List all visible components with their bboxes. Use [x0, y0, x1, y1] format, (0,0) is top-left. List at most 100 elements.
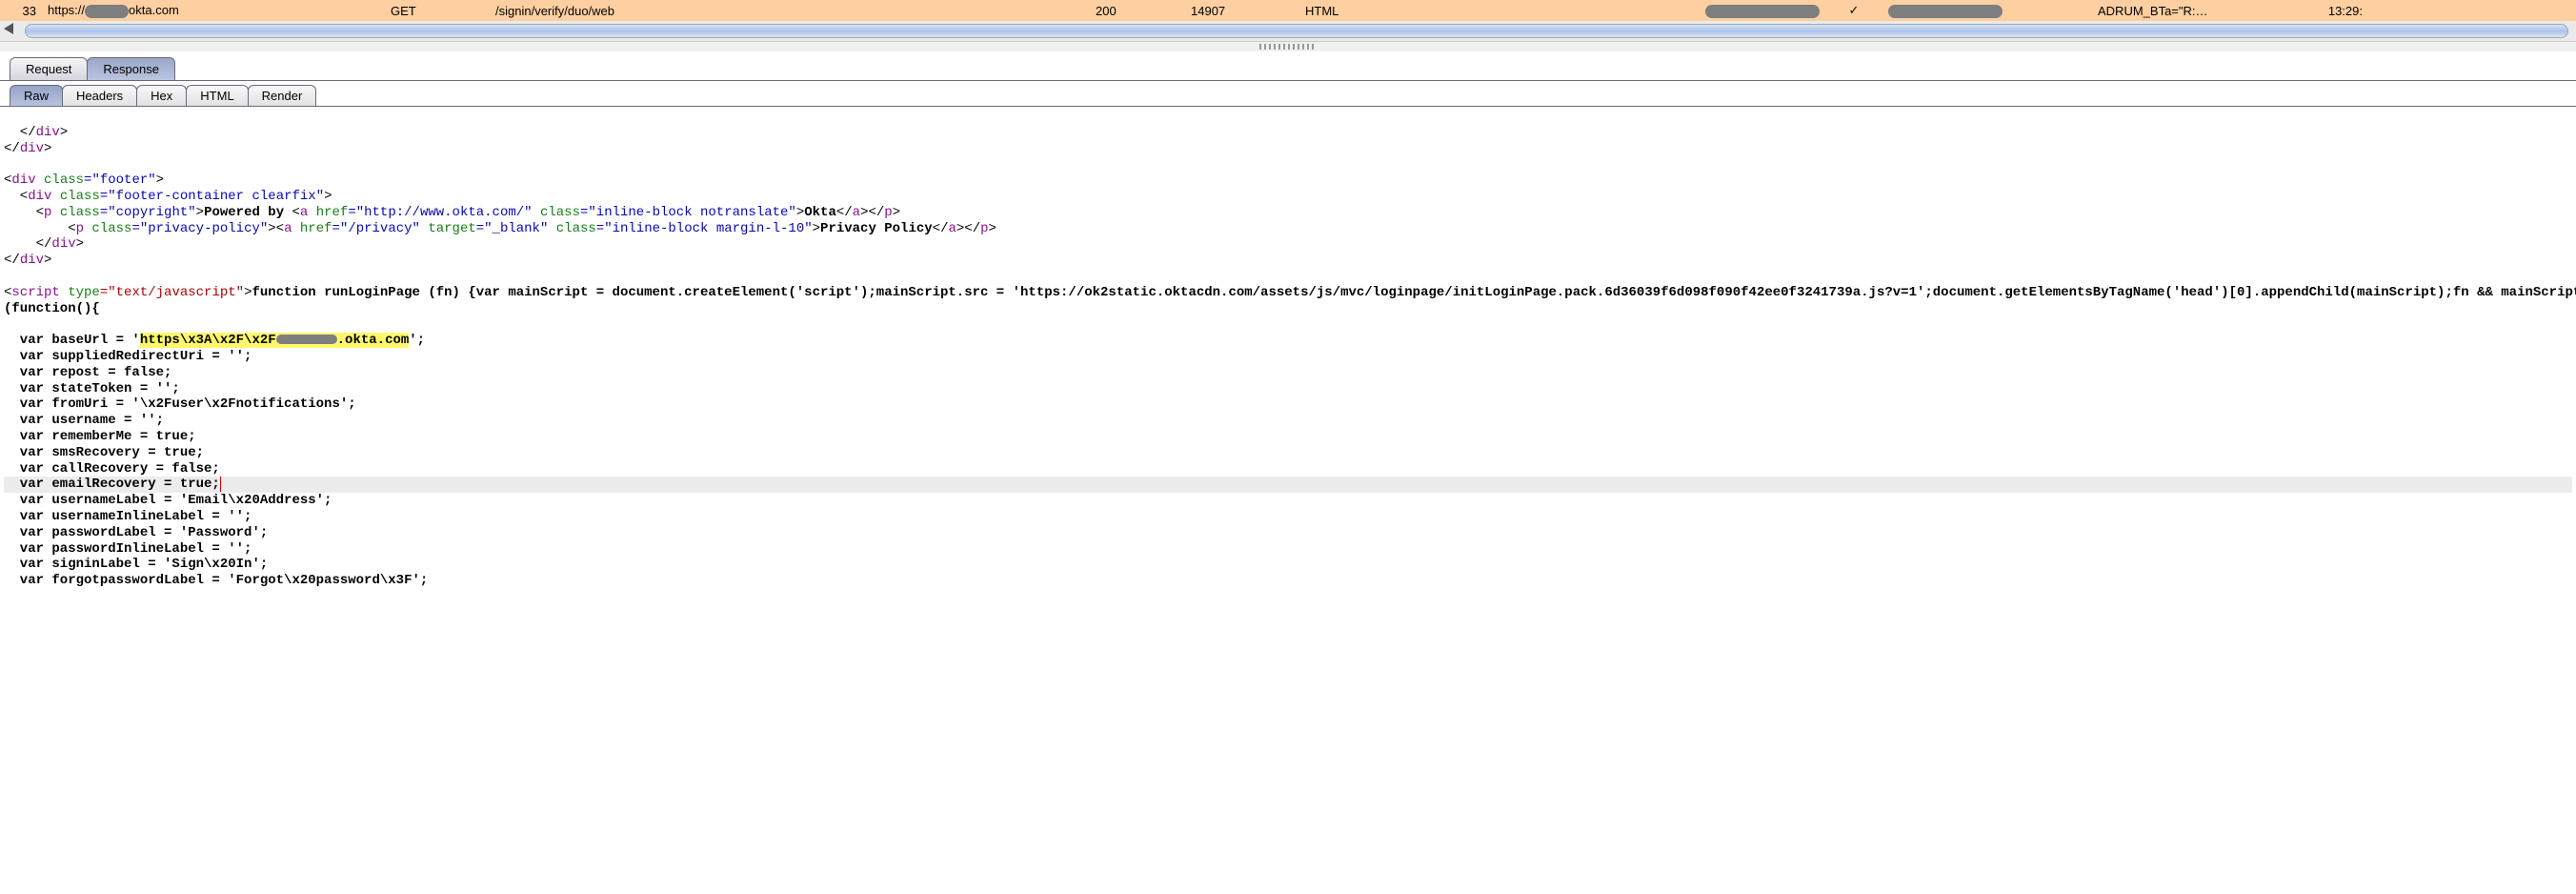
subtab-render[interactable]: Render: [248, 85, 317, 106]
code-attr: type: [60, 285, 100, 300]
code-val: ="_blank": [476, 221, 549, 236]
view-tabs: Raw Headers Hex HTML Render: [0, 81, 2576, 107]
code-content: Okta: [804, 205, 836, 220]
hl-text: .okta.com: [337, 333, 410, 348]
var-line: ';: [409, 333, 425, 348]
code-text: </: [933, 221, 949, 236]
col-title: [1882, 3, 2092, 18]
var-line: var smsRecovery = true;: [4, 445, 204, 460]
tab-response[interactable]: Response: [87, 57, 175, 80]
var-line: var usernameLabel = 'Email\x20Address';: [4, 493, 332, 508]
subtab-html[interactable]: HTML: [186, 85, 248, 106]
hl-text: https\x3A\x2F\x2F: [140, 333, 276, 348]
code-val: ="privacy-policy": [131, 221, 268, 236]
col-url: /signin/verify/duo/web: [490, 4, 1090, 18]
code-tag: p: [884, 205, 892, 220]
code-text: </: [4, 141, 20, 156]
split-drag-handle[interactable]: [0, 42, 2576, 51]
code-text: >: [156, 173, 164, 188]
col-status: 200: [1090, 4, 1185, 18]
code-text: >: [196, 205, 204, 220]
col-comment: ADRUM_BTa="R:…: [2092, 4, 2311, 18]
host-suffix: okta.com: [129, 3, 179, 17]
col-check: ✓: [1825, 3, 1882, 18]
blank-line: [4, 156, 11, 172]
code-text: ></: [860, 205, 884, 220]
horizontal-scrollbar[interactable]: [0, 21, 2576, 42]
code-content: Powered by: [204, 205, 292, 220]
code-attr: class: [36, 173, 84, 188]
code-text: >: [989, 221, 996, 236]
code-text: <: [292, 205, 300, 220]
code-text: >: [44, 141, 51, 156]
code-tag: div: [20, 253, 44, 268]
code-val: ="/privacy": [332, 221, 420, 236]
code-tag: div: [11, 173, 35, 188]
subtab-headers[interactable]: Headers: [62, 85, 137, 106]
col-length: 14907: [1185, 4, 1299, 18]
response-body[interactable]: </div> </div> <div class="footer"> <div …: [0, 107, 2576, 591]
code-tag: p: [980, 221, 988, 236]
redacted-title: [1888, 5, 2002, 18]
code-val: ="inline-block margin-l-10": [596, 221, 813, 236]
scroll-track[interactable]: [25, 24, 2568, 38]
code-val: ="copyright": [100, 205, 196, 220]
code-tag: a: [853, 205, 860, 220]
code-tag: a: [948, 221, 956, 236]
col-time: 13:29:: [2311, 4, 2368, 18]
code-attr: target: [420, 221, 476, 236]
redacted-domain: [276, 335, 337, 344]
code-text: </: [836, 205, 853, 220]
var-line: var usernameInlineLabel = '';: [4, 509, 252, 524]
drag-dots-icon: [1259, 44, 1317, 50]
col-extension: [1700, 3, 1825, 18]
code-tag: p: [76, 221, 84, 236]
var-line: var passwordLabel = 'Password';: [4, 525, 268, 540]
code-text: </: [4, 253, 20, 268]
code-val: ="http://www.okta.com/": [348, 205, 532, 220]
col-mime: HTML: [1299, 4, 1700, 18]
code-text: </: [4, 125, 36, 140]
script-body: function runLoginPage (fn) {var mainScri…: [252, 285, 2576, 300]
code-text: <: [4, 189, 28, 204]
code-text: >: [813, 221, 820, 236]
code-tag: div: [28, 189, 51, 204]
code-text: >: [324, 189, 332, 204]
redacted-ext: [1705, 5, 1820, 18]
var-line: var passwordInlineLabel = '';: [4, 541, 252, 557]
code-tag: div: [36, 125, 60, 140]
subtab-hex[interactable]: Hex: [136, 85, 187, 106]
var-line: var fromUri = '\x2Fuser\x2Fnotifications…: [4, 396, 356, 412]
var-line: var stateToken = '';: [4, 381, 180, 396]
subtab-raw[interactable]: Raw: [10, 85, 63, 106]
code-text: <: [4, 221, 76, 236]
code-text: >: [44, 253, 51, 268]
code-text: >: [76, 236, 84, 252]
code-attr: class: [533, 205, 580, 220]
code-val: ="footer-container clearfix": [100, 189, 324, 204]
code-attr: class: [84, 221, 131, 236]
var-line: var callRecovery = false;: [4, 461, 220, 477]
blank-line: [4, 269, 11, 284]
code-attr: class: [51, 189, 99, 204]
code-text: >: [893, 205, 900, 220]
code-content: Privacy Policy: [820, 221, 933, 236]
script-body: (function(){: [4, 301, 100, 316]
var-line: var signinLabel = 'Sign\x20In';: [4, 557, 268, 572]
tab-request[interactable]: Request: [10, 57, 88, 80]
col-id: 33: [4, 4, 42, 18]
var-line: var suppliedRedirectUri = '';: [4, 349, 252, 364]
cursor-icon: [220, 477, 221, 492]
var-line: var forgotpasswordLabel = 'Forgot\x20pas…: [4, 573, 428, 588]
proxy-history-row[interactable]: 33 https://okta.com GET /signin/verify/d…: [0, 0, 2576, 21]
code-val: ="footer": [84, 173, 156, 188]
col-host: https:// okta.com: [42, 3, 385, 18]
code-text: ><: [268, 221, 284, 236]
blank-line: [4, 316, 11, 332]
search-highlight: https\x3A\x2F\x2F .okta.com: [140, 333, 409, 348]
scroll-left-icon[interactable]: [4, 23, 13, 34]
code-tag: script: [11, 285, 59, 300]
code-text: ></: [956, 221, 980, 236]
host-prefix: https://: [48, 3, 85, 17]
message-tabs: Request Response: [0, 51, 2576, 81]
